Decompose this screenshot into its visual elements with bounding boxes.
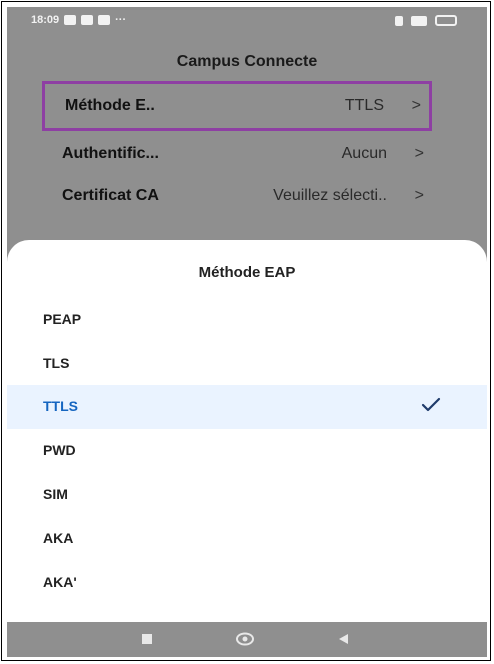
option-pwd[interactable]: PWD (7, 429, 487, 473)
chevron-right-icon: > (414, 187, 424, 204)
option-tls[interactable]: TLS (7, 342, 487, 386)
option-label: AKA' (43, 574, 77, 590)
option-aka-prime[interactable]: AKA' (7, 561, 487, 605)
status-bar: 18:09 ··· (7, 7, 487, 35)
option-label: PEAP (43, 311, 82, 327)
navigation-bar (7, 622, 487, 657)
ca-certificate-value: Veuillez sélecti.. (273, 187, 387, 204)
eap-method-label: Méthode E.. (65, 97, 155, 114)
back-button[interactable] (337, 633, 349, 645)
vibrate-icon (395, 15, 403, 26)
more-icon: ··· (115, 14, 127, 26)
check-icon (421, 397, 441, 412)
option-label: TTLS (43, 398, 78, 414)
authentication-label: Authentific... (62, 145, 159, 162)
chevron-right-icon: > (414, 145, 424, 162)
chevron-right-icon: > (411, 97, 421, 114)
option-label: SIM (43, 486, 68, 502)
option-ttls[interactable]: TTLS (7, 385, 487, 429)
screenshot-frame: 18:09 ··· Campus Connecte Méthode E.. TT… (1, 1, 491, 661)
notification-icon (64, 15, 77, 25)
ca-certificate-label: Certificat CA (62, 187, 159, 204)
option-sim[interactable]: SIM (7, 473, 487, 517)
sheet-title: Méthode EAP (198, 264, 296, 281)
status-left: 18:09 ··· (31, 14, 126, 26)
network-icon (81, 15, 94, 25)
authentication-value: Aucun (341, 145, 387, 162)
option-label: AKA (43, 530, 74, 546)
status-time: 18:09 (31, 14, 60, 26)
signal-icon (411, 15, 427, 26)
eap-method-row[interactable]: Méthode E.. TTLS > (42, 81, 432, 131)
phone-screen: 18:09 ··· Campus Connecte Méthode E.. TT… (7, 7, 487, 657)
eap-method-sheet: Méthode EAP PEAP TLS TTLS PWD SIM AKA AK… (7, 240, 487, 622)
home-button[interactable] (235, 631, 255, 647)
ca-certificate-row[interactable]: Certificat CA Veuillez sélecti.. > (42, 171, 432, 221)
notification-icon-2 (98, 15, 111, 25)
option-aka[interactable]: AKA (7, 517, 487, 561)
option-peap[interactable]: PEAP (7, 298, 487, 342)
eap-method-value: TTLS (344, 97, 384, 114)
option-label: TLS (43, 355, 70, 371)
recents-button[interactable] (142, 634, 152, 644)
option-label: PWD (43, 442, 76, 458)
network-title: Campus Connecte (176, 53, 318, 70)
battery-icon (435, 15, 457, 26)
status-right (395, 15, 457, 26)
